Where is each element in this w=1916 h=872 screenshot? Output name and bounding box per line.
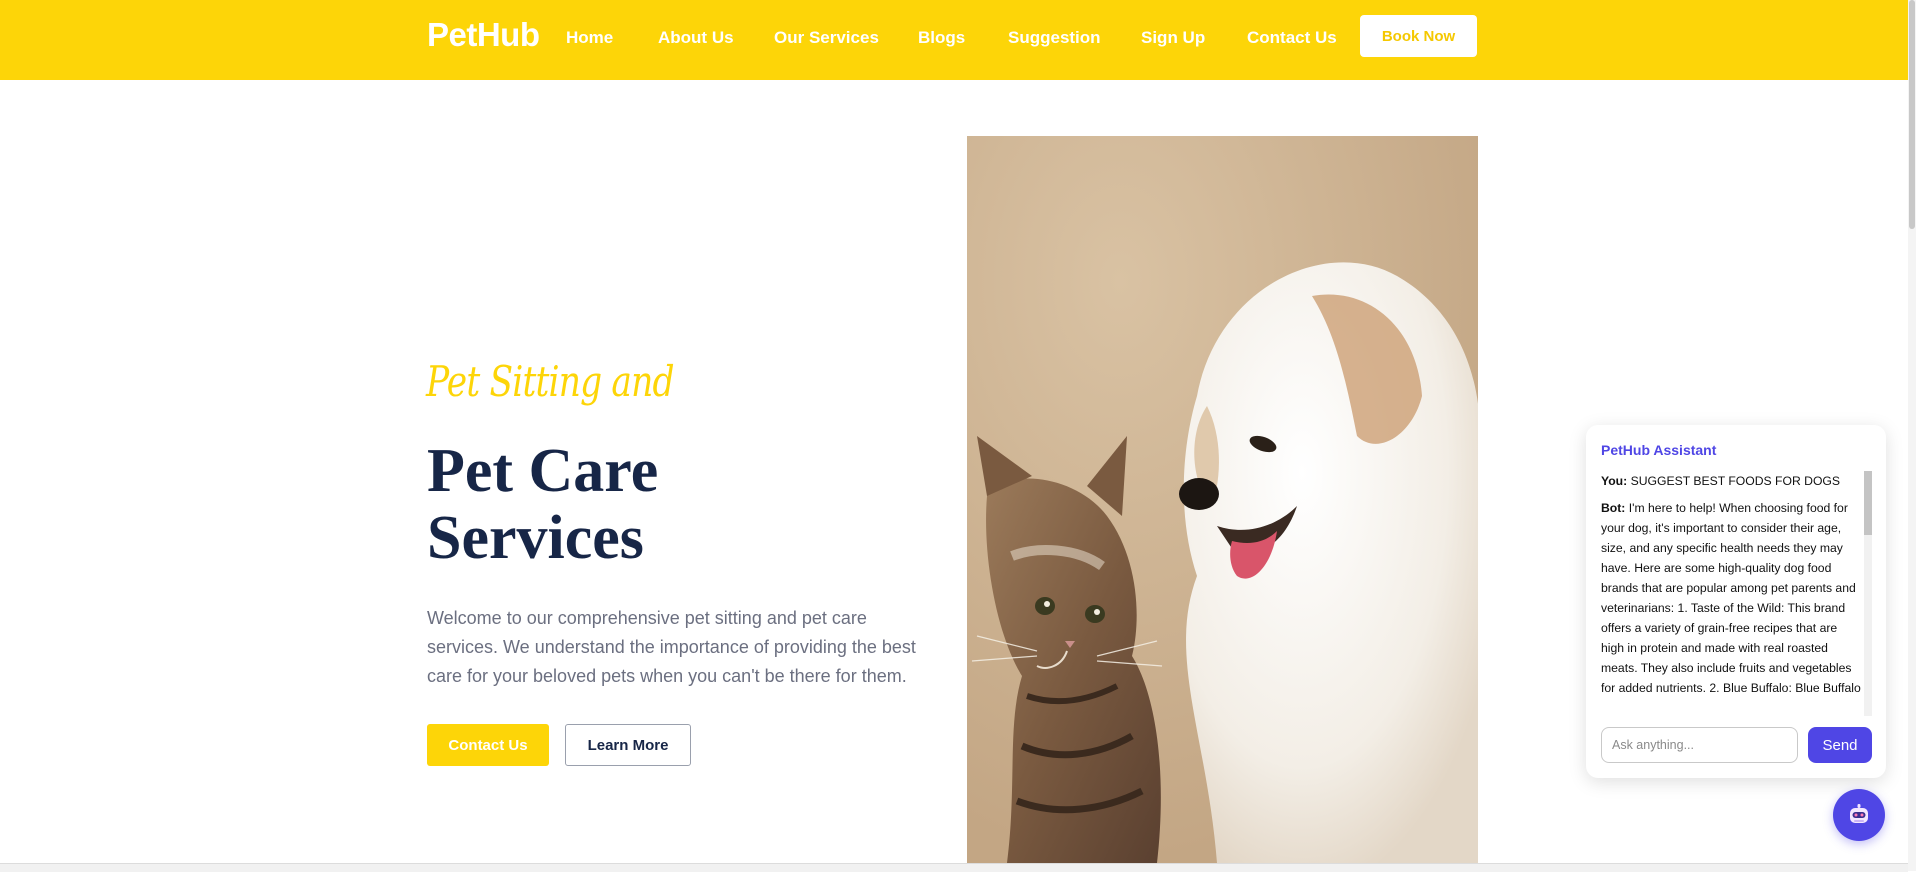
page-scrollbar-thumb[interactable] <box>1909 0 1915 229</box>
chat-scrollbar[interactable] <box>1864 471 1872 716</box>
message-text: SUGGEST BEST FOODS FOR DOGS <box>1630 474 1841 488</box>
contact-us-button[interactable]: Contact Us <box>427 724 549 766</box>
page-scrollbar[interactable] <box>1908 0 1916 871</box>
chat-scrollbar-thumb[interactable] <box>1864 471 1872 535</box>
nav-blogs[interactable]: Blogs <box>918 28 965 48</box>
kitten-puppy-illustration <box>967 136 1478 863</box>
hero-script-title: Pet Sitting and <box>426 357 675 406</box>
logo[interactable]: PetHub <box>427 16 540 54</box>
nav-suggestion[interactable]: Suggestion <box>1008 28 1101 48</box>
chat-message-log[interactable]: You: SUGGEST BEST FOODS FOR DOGS Bot: I'… <box>1601 471 1861 716</box>
nav-about-us[interactable]: About Us <box>658 28 734 48</box>
chat-message-user: You: SUGGEST BEST FOODS FOR DOGS <box>1601 471 1861 491</box>
book-now-button[interactable]: Book Now <box>1360 15 1477 57</box>
top-navbar: PetHub Home About Us Our Services Blogs … <box>0 0 1908 80</box>
nav-our-services[interactable]: Our Services <box>774 28 879 48</box>
chat-send-button[interactable]: Send <box>1808 727 1872 763</box>
chat-widget: PetHub Assistant You: SUGGEST BEST FOODS… <box>1586 425 1886 778</box>
nav-contact-us[interactable]: Contact Us <box>1247 28 1337 48</box>
message-text: I'm here to help! When choosing food for… <box>1601 501 1861 695</box>
hero-pet-photo <box>967 136 1478 863</box>
hero-title: Pet Care Services <box>427 437 659 572</box>
nav-home[interactable]: Home <box>566 28 613 48</box>
message-sender: You: <box>1601 474 1628 488</box>
chat-toggle-button[interactable] <box>1833 789 1885 841</box>
chat-title: PetHub Assistant <box>1601 442 1717 458</box>
chat-message-bot: Bot: I'm here to help! When choosing foo… <box>1601 498 1861 698</box>
learn-more-button[interactable]: Learn More <box>565 724 691 766</box>
robot-icon <box>1850 804 1868 823</box>
chat-input[interactable] <box>1601 727 1798 763</box>
nav-sign-up[interactable]: Sign Up <box>1141 28 1205 48</box>
hero-description: Welcome to our comprehensive pet sitting… <box>427 608 916 686</box>
message-sender: Bot: <box>1601 501 1626 515</box>
